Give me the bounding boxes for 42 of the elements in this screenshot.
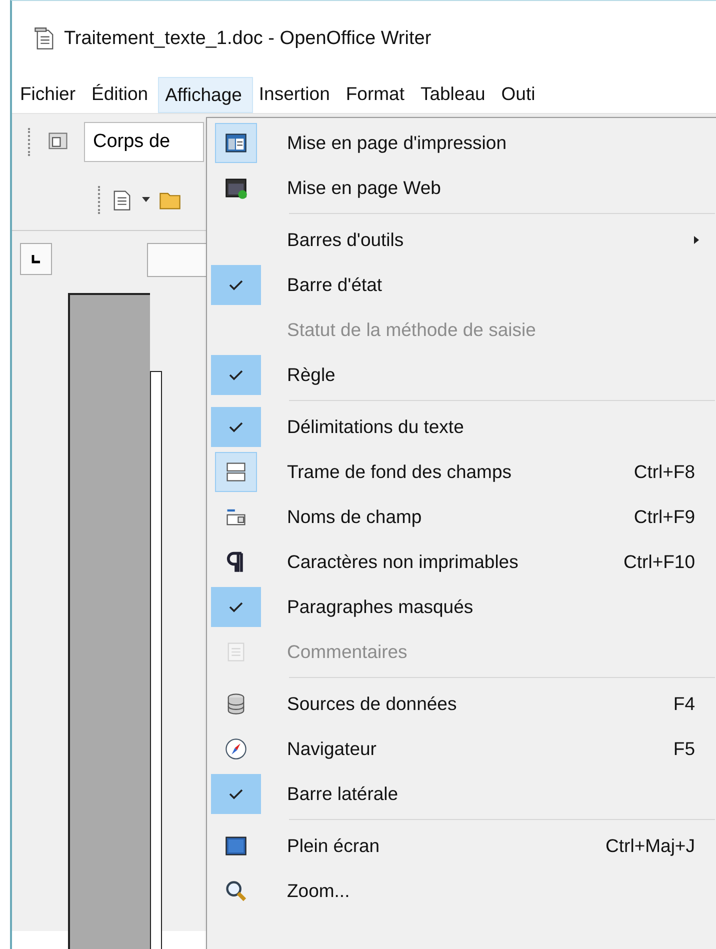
toolbar-grip[interactable]	[28, 128, 32, 156]
checkmark-icon	[228, 420, 244, 432]
caret-icon[interactable]	[142, 197, 150, 203]
menu-item[interactable]: Tableau	[414, 77, 496, 113]
menu-item[interactable]: Barres d'outils	[207, 217, 716, 262]
magnifier-icon	[224, 878, 248, 902]
menu-item[interactable]: Navigateur F5	[207, 726, 716, 771]
menu-item[interactable]: Trame de fond des champs Ctrl+F8	[207, 449, 716, 494]
toolbar-grip[interactable]	[98, 186, 102, 214]
tab-stop-selector[interactable]	[20, 243, 52, 275]
menu-item[interactable]: Barre d'état	[207, 262, 716, 307]
checkmark-icon	[228, 278, 244, 290]
menu-item[interactable]: Règle	[207, 352, 716, 397]
menu-item[interactable]: Zoom...	[207, 868, 716, 913]
paragraph-style-field[interactable]: Corps de	[84, 122, 204, 162]
compass-icon	[224, 736, 248, 760]
left-tab-icon	[31, 254, 41, 264]
menu-item[interactable]: Affichage	[158, 77, 253, 113]
menu-item[interactable]: Insertion	[252, 77, 340, 113]
menu-item[interactable]: Paragraphes masqués	[207, 584, 716, 629]
web-layout-icon	[224, 176, 248, 200]
checkmark-icon	[228, 788, 244, 800]
full-screen-icon	[224, 834, 248, 858]
checkmark-icon	[228, 368, 244, 380]
menu-item[interactable]: Outi	[495, 77, 546, 113]
menu-item[interactable]: Fichier	[14, 77, 86, 113]
submenu-arrow-icon	[694, 236, 699, 244]
menu-item[interactable]: Mise en page d'impression	[207, 120, 716, 165]
checkmark-icon	[228, 600, 244, 612]
window-title: Traitement_texte_1.doc - OpenOffice Writer	[64, 28, 432, 50]
menu-item[interactable]: Caractères non imprimables Ctrl+F10	[207, 539, 716, 584]
menu-item[interactable]: Mise en page Web	[207, 165, 716, 210]
menu-item[interactable]: Sources de données F4	[207, 681, 716, 726]
menu-item[interactable]: Noms de champ Ctrl+F9	[207, 494, 716, 539]
menu-item[interactable]: Format	[340, 77, 414, 113]
print-layout-icon	[224, 130, 248, 154]
menu-item[interactable]: Barre latérale	[207, 771, 716, 816]
menu-item[interactable]: Plein écran Ctrl+Maj+J	[207, 823, 716, 868]
field-shading-icon	[224, 460, 248, 484]
menu-item[interactable]: Édition	[86, 77, 158, 113]
document-icon	[34, 27, 56, 51]
menu-item[interactable]: Délimitations du texte	[207, 404, 716, 449]
